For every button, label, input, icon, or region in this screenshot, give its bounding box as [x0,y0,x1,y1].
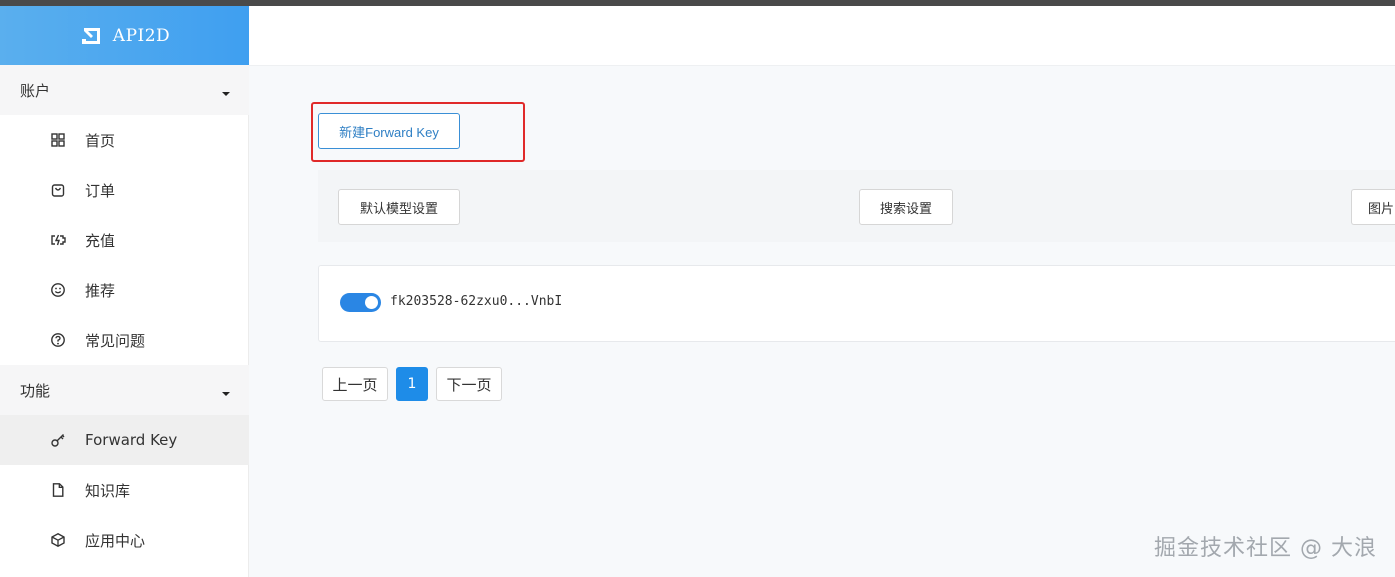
brand-header[interactable]: API2D [0,6,249,65]
sidebar-group-features[interactable]: 功能 [0,365,249,415]
watermark-text: 掘金技术社区 @ 大浪 [1154,536,1377,561]
new-forward-key-button[interactable]: 新建Forward Key [318,113,460,149]
sidebar-item-label: Forward Key [85,431,178,449]
toggle-knob [365,296,378,309]
document-icon [50,482,66,498]
sidebar-item-label: 首页 [85,131,116,150]
sidebar-item-app-center[interactable]: 应用中心 [0,515,249,565]
sidebar-group-account[interactable]: 账户 [0,65,249,115]
cube-icon [50,532,66,548]
smiley-icon [50,282,66,298]
pagination-next-button[interactable]: 下一页 [436,367,502,401]
pagination-page-1[interactable]: 1 [396,367,428,401]
brand-name: API2D [112,25,171,46]
sidebar-item-label: 常见问题 [85,331,146,350]
sidebar-item-recharge[interactable]: 充值 [0,215,249,265]
sidebar-item-home[interactable]: 首页 [0,115,249,165]
sidebar-group-label: 账户 [20,81,51,100]
sidebar-item-label: 推荐 [85,281,116,300]
shopping-bag-icon [50,182,66,198]
forward-key-value[interactable]: fk203528-62zxu0...VnbI [390,294,562,309]
caret-down-icon [221,385,231,396]
top-header [249,6,1395,66]
grid-icon [50,132,66,148]
pagination-prev-button[interactable]: 上一页 [322,367,388,401]
sidebar-item-label: 充值 [85,231,116,250]
question-circle-icon [50,332,66,348]
settings-bar: 默认模型设置 搜索设置 图片 [318,170,1395,242]
api2d-logo-icon [79,24,103,48]
sidebar-item-label: 订单 [85,181,116,200]
search-settings-button[interactable]: 搜索设置 [859,189,953,225]
key-enabled-toggle[interactable] [340,293,381,312]
forward-key-card: fk203528-62zxu0...VnbI [318,265,1395,342]
default-model-settings-button[interactable]: 默认模型设置 [338,189,460,225]
sidebar-item-label: 应用中心 [85,531,146,550]
sidebar-item-label: 知识库 [85,481,131,500]
sidebar-item-knowledge-base[interactable]: 知识库 [0,465,249,515]
image-settings-button[interactable]: 图片 [1351,189,1395,225]
sidebar: API2D 账户 首页 订单 充值 推荐 常见问题 功能 Forward Key… [0,6,249,577]
sidebar-item-orders[interactable]: 订单 [0,165,249,215]
battery-charge-icon [50,232,66,248]
caret-down-icon [221,85,231,96]
key-icon [50,432,66,448]
sidebar-item-forward-key[interactable]: Forward Key [0,415,249,465]
sidebar-item-faq[interactable]: 常见问题 [0,315,249,365]
sidebar-item-referral[interactable]: 推荐 [0,265,249,315]
sidebar-group-label: 功能 [20,381,51,400]
